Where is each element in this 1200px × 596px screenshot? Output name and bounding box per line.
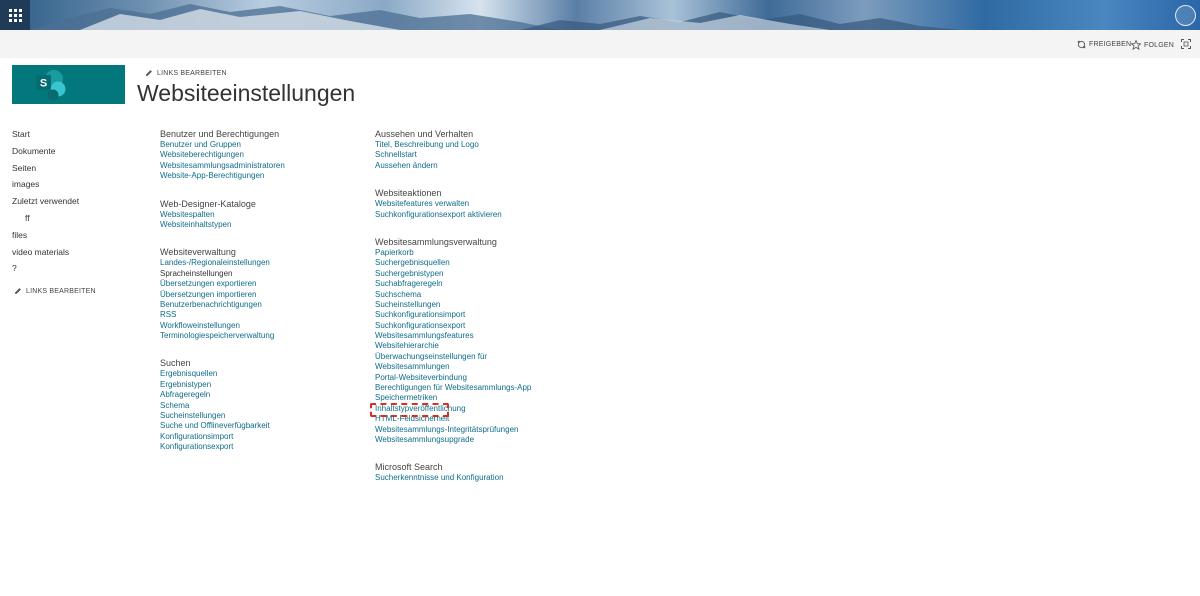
link-websitesammlungsupgrade[interactable]: Websitesammlungsupgrade — [375, 435, 531, 445]
section-site-actions: Websiteaktionen Websitefeatures verwalte… — [375, 187, 531, 220]
link-titel-beschreibung-logo[interactable]: Titel, Beschreibung und Logo — [375, 140, 531, 150]
app-launcher-button[interactable] — [0, 0, 30, 30]
share-button[interactable]: FREIGEBEN — [1077, 40, 1131, 49]
link-sucheinstellungen-collection[interactable]: Sucheinstellungen — [375, 300, 531, 310]
page-title: Websiteeinstellungen — [137, 80, 356, 106]
link-schnellstart[interactable]: Schnellstart — [375, 150, 531, 160]
speichermetriken-highlight — [370, 403, 449, 417]
link-ueberwachungseinstellungen[interactable]: Überwachungseinstellungen für — [375, 352, 531, 362]
edit-links-label: LINKS BEARBEITEN — [26, 287, 96, 295]
focus-mode-button[interactable] — [1181, 39, 1194, 49]
link-websitesammlungen[interactable]: Websitesammlungen — [375, 362, 531, 372]
pencil-icon — [15, 288, 21, 294]
link-schema[interactable]: Schema — [160, 401, 285, 411]
link-websitehierarchie[interactable]: Websitehierarchie — [375, 341, 531, 351]
link-suchergebnisquellen[interactable]: Suchergebnisquellen — [375, 258, 531, 268]
link-website-app-berechtigungen[interactable]: Website-App-Berechtigungen — [160, 171, 285, 181]
link-landes-regionaleinstellungen[interactable]: Landes-/Regionaleinstellungen — [160, 258, 285, 268]
nav-item-images[interactable]: images — [12, 176, 79, 193]
link-workfloweinstellungen[interactable]: Workfloweinstellungen — [160, 321, 285, 331]
section-title: Aussehen und Verhalten — [375, 129, 474, 139]
link-rss[interactable]: RSS — [160, 310, 285, 320]
link-suche-offlineverfuegbarkeit[interactable]: Suche und Offlineverfügbarkeit — [160, 421, 285, 431]
section-web-designer-galleries: Web-Designer-Kataloge Websitespalten Web… — [160, 198, 285, 231]
pencil-icon — [146, 70, 152, 76]
edit-links-nav[interactable]: LINKS BEARBEITEN — [14, 287, 96, 295]
section-title: Benutzer und Berechtigungen — [160, 129, 280, 139]
nav-item-start[interactable]: Start — [12, 126, 79, 143]
edit-links-label: LINKS BEARBEITEN — [157, 69, 227, 77]
quick-launch: Start Dokumente Seiten images Zuletzt ve… — [12, 126, 79, 277]
link-berechtigungen-websitesammlungs-app[interactable]: Berechtigungen für Websitesammlungs-App — [375, 383, 531, 393]
link-suchabfrageregeln[interactable]: Suchabfrageregeln — [375, 279, 531, 289]
section-title: Websiteaktionen — [375, 188, 442, 199]
link-websitefeatures-verwalten[interactable]: Websitefeatures verwalten — [375, 199, 531, 209]
section-title: Websiteverwaltung — [160, 247, 236, 258]
link-sucheinstellungen[interactable]: Sucheinstellungen — [160, 411, 285, 421]
link-websiteberechtigungen[interactable]: Websiteberechtigungen — [160, 150, 285, 160]
logo-letter: S — [40, 78, 47, 90]
link-suchergebnistypen[interactable]: Suchergebnistypen — [375, 269, 531, 279]
follow-button[interactable]: FOLGEN — [1131, 40, 1174, 50]
follow-label: FOLGEN — [1144, 41, 1174, 49]
nav-item-dokumente[interactable]: Dokumente — [12, 143, 79, 160]
link-portal-websiteverbindung[interactable]: Portal-Websiteverbindung — [375, 373, 531, 383]
link-websitesammlungs-integritaetspruefungen[interactable]: Websitesammlungs-Integritätsprüfungen — [375, 425, 531, 435]
settings-column-right: Aussehen und Verhalten Titel, Beschreibu… — [375, 128, 531, 500]
link-sucherkenntnisse-konfiguration[interactable]: Sucherkenntnisse und Konfiguration — [375, 473, 531, 483]
link-suchschema[interactable]: Suchschema — [375, 290, 531, 300]
edit-links-top[interactable]: LINKS BEARBEITEN — [145, 69, 227, 77]
header-mountain-image — [30, 4, 960, 30]
link-aussehen-aendern[interactable]: Aussehen ändern — [375, 161, 531, 171]
section-site-administration: Websiteverwaltung Landes-/Regionaleinste… — [160, 246, 285, 341]
section-microsoft-search: Microsoft Search Sucherkenntnisse und Ko… — [375, 461, 531, 483]
link-suchkonfigurationsimport[interactable]: Suchkonfigurationsimport — [375, 310, 531, 320]
section-search: Suchen Ergebnisquellen Ergebnistypen Abf… — [160, 357, 285, 452]
link-papierkorb[interactable]: Papierkorb — [375, 248, 531, 258]
waffle-icon — [8, 8, 22, 22]
link-suchkonfigurationsexport[interactable]: Suchkonfigurationsexport — [375, 321, 531, 331]
link-ergebnistypen[interactable]: Ergebnistypen — [160, 380, 285, 390]
link-websitesammlungsadministratoren[interactable]: Websitesammlungsadministratoren — [160, 161, 285, 171]
link-websitesammlungsfeatures[interactable]: Websitesammlungsfeatures — [375, 331, 531, 341]
link-benutzerbenachrichtigungen[interactable]: Benutzerbenachrichtigungen — [160, 300, 285, 310]
nav-item-zuletzt-verwendet[interactable]: Zuletzt verwendet — [12, 193, 79, 210]
link-uebersetzungen-exportieren[interactable]: Übersetzungen exportieren — [160, 279, 285, 289]
sharepoint-logo-icon: S — [36, 70, 66, 101]
user-avatar[interactable] — [1175, 5, 1196, 26]
section-look-and-feel: Aussehen und Verhalten Titel, Beschreibu… — [375, 128, 531, 171]
link-websiteinhaltstypen[interactable]: Websiteinhaltstypen — [160, 220, 285, 230]
nav-item-files[interactable]: files — [12, 227, 79, 244]
link-uebersetzungen-importieren[interactable]: Übersetzungen importieren — [160, 290, 285, 300]
share-icon — [1077, 40, 1086, 49]
link-suchkonfigurationsexport-aktivieren[interactable]: Suchkonfigurationsexport aktivieren — [375, 210, 531, 220]
nav-item-ff[interactable]: ff — [12, 210, 79, 227]
section-users-permissions: Benutzer und Berechtigungen Benutzer und… — [160, 128, 285, 182]
suite-bar — [0, 0, 1200, 30]
link-benutzer-gruppen[interactable]: Benutzer und Gruppen — [160, 140, 285, 150]
nav-item-unknown[interactable]: ? — [12, 260, 79, 277]
settings-column-left: Benutzer und Berechtigungen Benutzer und… — [160, 128, 285, 469]
nav-item-seiten[interactable]: Seiten — [12, 160, 79, 177]
link-websitespalten[interactable]: Websitespalten — [160, 210, 285, 220]
section-title: Microsoft Search — [375, 462, 443, 473]
section-title: Web-Designer-Kataloge — [160, 198, 256, 209]
star-icon — [1131, 40, 1141, 50]
link-konfigurationsexport[interactable]: Konfigurationsexport — [160, 442, 285, 452]
link-abfrageregeln[interactable]: Abfrageregeln — [160, 390, 285, 400]
link-ergebnisquellen[interactable]: Ergebnisquellen — [160, 369, 285, 379]
section-title: Suchen — [160, 358, 191, 369]
nav-item-video-materials[interactable]: video materials — [12, 244, 79, 261]
link-terminologiespeicherverwaltung[interactable]: Terminologiespeicherverwaltung — [160, 331, 285, 341]
focus-mode-icon — [1181, 39, 1191, 49]
link-konfigurationsimport[interactable]: Konfigurationsimport — [160, 432, 285, 442]
share-label: FREIGEBEN — [1089, 41, 1132, 48]
action-bar: FREIGEBEN FOLGEN — [0, 30, 1200, 58]
section-title: Websitesammlungsverwaltung — [375, 236, 497, 247]
link-spracheinstellungen[interactable]: Spracheinstellungen — [160, 269, 285, 279]
site-logo[interactable]: S — [12, 65, 125, 104]
